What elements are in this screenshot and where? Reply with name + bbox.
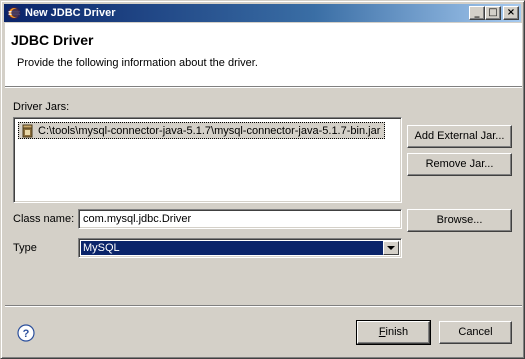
list-item[interactable]: C:\tools\mysql-connector-java-5.1.7\mysq… bbox=[18, 122, 386, 139]
chevron-down-icon bbox=[387, 246, 395, 250]
remove-jar-button[interactable]: Remove Jar... bbox=[407, 153, 512, 176]
eclipse-icon bbox=[7, 6, 21, 20]
dialog-header: JDBC Driver Provide the following inform… bbox=[5, 23, 522, 86]
svg-text:?: ? bbox=[23, 328, 30, 340]
class-name-label: Class name: bbox=[13, 213, 75, 225]
jar-file-icon bbox=[22, 124, 33, 138]
driver-jars-label: Driver Jars: bbox=[13, 101, 70, 113]
minimize-button[interactable]: _ bbox=[469, 6, 485, 20]
help-icon[interactable]: ? bbox=[17, 324, 35, 342]
title-bar[interactable]: New JDBC Driver _ □ × bbox=[4, 4, 521, 22]
footer-divider bbox=[5, 305, 522, 307]
window-title: New JDBC Driver bbox=[25, 7, 116, 19]
class-name-input[interactable]: com.mysql.jdbc.Driver bbox=[78, 209, 402, 229]
page-title: JDBC Driver bbox=[11, 32, 94, 48]
cancel-button[interactable]: Cancel bbox=[439, 321, 512, 344]
jar-path: C:\tools\mysql-connector-java-5.1.7\mysq… bbox=[38, 125, 381, 137]
browse-button[interactable]: Browse... bbox=[407, 209, 512, 232]
header-divider bbox=[5, 86, 522, 88]
finish-label: inish bbox=[385, 326, 409, 338]
dropdown-button[interactable] bbox=[383, 241, 399, 255]
add-external-jar-button[interactable]: Add External Jar... bbox=[407, 125, 512, 148]
type-label: Type bbox=[13, 242, 37, 254]
close-button[interactable]: × bbox=[503, 6, 519, 20]
type-select[interactable]: MySQL bbox=[78, 238, 402, 258]
page-description: Provide the following information about … bbox=[17, 57, 258, 69]
dialog-window: New JDBC Driver _ □ × JDBC Driver Provid… bbox=[0, 0, 525, 359]
driver-jars-list[interactable]: C:\tools\mysql-connector-java-5.1.7\mysq… bbox=[13, 117, 402, 203]
finish-mnemonic: F bbox=[378, 326, 386, 338]
maximize-button[interactable]: □ bbox=[485, 6, 501, 20]
finish-button[interactable]: Finish bbox=[356, 320, 431, 345]
type-selected-value: MySQL bbox=[81, 241, 383, 255]
